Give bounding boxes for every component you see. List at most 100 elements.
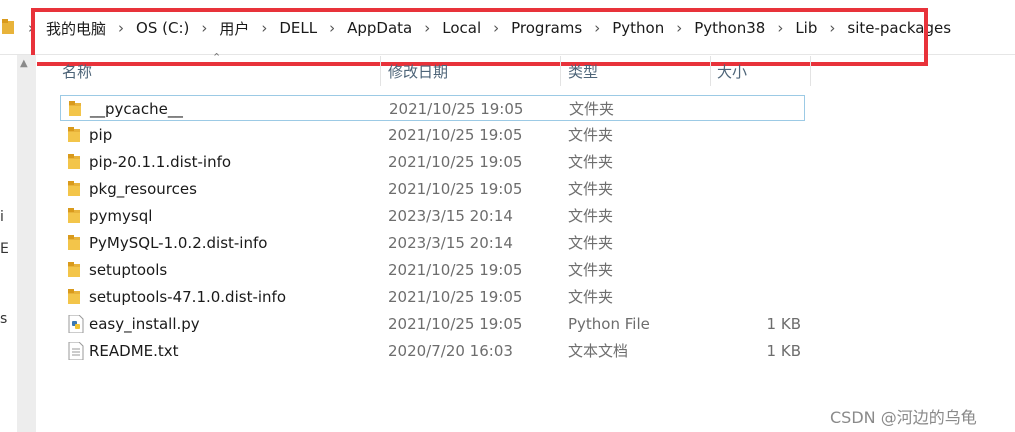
file-modified-date: 2021/10/25 19:05 — [388, 153, 523, 171]
file-type: 文件夹 — [569, 100, 615, 118]
breadcrumb-item[interactable]: Lib — [793, 19, 819, 37]
breadcrumb-item[interactable]: Python38 — [692, 19, 767, 37]
file-size — [760, 122, 801, 148]
folder-icon — [66, 122, 82, 148]
chevron-right-icon[interactable]: › — [261, 19, 267, 37]
chevron-right-icon[interactable]: › — [594, 19, 600, 37]
nav-item-fragment[interactable]: E — [0, 241, 9, 257]
file-row[interactable]: setuptools-47.1.0.dist-info 2021/10/25 19… — [60, 284, 805, 310]
chevron-right-icon[interactable]: › — [493, 19, 499, 37]
column-header-name[interactable]: 名称 — [62, 56, 92, 86]
python-file-icon — [66, 311, 84, 337]
file-row[interactable]: setuptools 2021/10/25 19:05 文件夹 — [60, 257, 805, 283]
breadcrumb-item[interactable]: Python — [610, 19, 666, 37]
file-type: 文件夹 — [568, 234, 614, 252]
file-size: 1 KB — [766, 342, 801, 360]
breadcrumb-item[interactable]: site-packages — [845, 19, 953, 37]
file-name: pip-20.1.1.dist-info — [89, 153, 232, 171]
folder-icon — [66, 230, 82, 256]
file-type: Python File — [568, 315, 650, 333]
file-modified-date: 2023/3/15 20:14 — [388, 207, 513, 225]
chevron-right-icon[interactable]: › — [777, 19, 783, 37]
chevron-right-icon[interactable]: › — [424, 19, 430, 37]
column-divider[interactable] — [710, 56, 711, 86]
chevron-right-icon[interactable]: › — [28, 19, 34, 37]
file-modified-date: 2021/10/25 19:05 — [388, 180, 523, 198]
navigation-scrollbar[interactable] — [17, 55, 36, 432]
watermark: CSDN @河边的乌龟 — [830, 408, 977, 427]
file-modified-date: 2021/10/25 19:05 — [388, 288, 523, 306]
file-row[interactable]: README.txt 2020/7/20 16:03 文本文档 1 KB — [60, 338, 805, 364]
folder-icon — [66, 257, 82, 283]
file-size — [760, 203, 801, 229]
file-modified-date: 2021/10/25 19:05 — [388, 315, 523, 333]
file-modified-date: 2023/3/15 20:14 — [388, 234, 513, 252]
file-modified-date: 2020/7/20 16:03 — [388, 342, 513, 360]
folder-icon — [66, 284, 82, 310]
sort-ascending-icon: ⌃ — [212, 51, 222, 64]
breadcrumb-item[interactable]: DELL — [277, 19, 319, 37]
folder-icon — [2, 19, 14, 34]
file-size — [760, 176, 801, 202]
file-size — [760, 149, 801, 175]
chevron-right-icon[interactable]: › — [829, 19, 835, 37]
chevron-right-icon[interactable]: › — [118, 19, 124, 37]
file-name: pkg_resources — [89, 180, 197, 198]
file-type: 文件夹 — [568, 288, 614, 306]
column-divider[interactable] — [560, 56, 561, 86]
file-name: __pycache__ — [90, 100, 183, 118]
file-row[interactable]: pymysql 2023/3/15 20:14 文件夹 — [60, 203, 805, 229]
file-modified-date: 2021/10/25 19:05 — [388, 261, 523, 279]
address-bar[interactable]: › 我的电脑 › OS (C:) › 用户 › DELL › AppData › Local › Prog… — [0, 0, 1015, 55]
file-size — [761, 96, 802, 122]
folder-icon — [67, 96, 83, 122]
file-size — [760, 284, 801, 310]
file-name: pymysql — [89, 207, 153, 225]
file-name: setuptools — [89, 261, 168, 279]
file-name: pip — [89, 126, 113, 144]
file-modified-date: 2021/10/25 19:05 — [388, 126, 523, 144]
file-size — [760, 257, 801, 283]
file-type: 文件夹 — [568, 180, 614, 198]
file-row[interactable]: pkg_resources 2021/10/25 19:05 文件夹 — [60, 176, 805, 202]
file-type: 文件夹 — [568, 207, 614, 225]
scroll-up-arrow-icon[interactable]: ▲ — [20, 58, 28, 69]
breadcrumb-item[interactable]: OS (C:) — [134, 19, 191, 37]
breadcrumb-item[interactable]: 用户 — [217, 18, 251, 39]
folder-icon — [66, 176, 82, 202]
chevron-right-icon[interactable]: › — [676, 19, 682, 37]
file-modified-date: 2021/10/25 19:05 — [389, 100, 524, 118]
breadcrumb-item[interactable]: AppData — [345, 19, 414, 37]
breadcrumb-item[interactable]: 我的电脑 — [44, 18, 108, 39]
file-name: easy_install.py — [89, 315, 200, 333]
file-name: setuptools-47.1.0.dist-info — [89, 288, 286, 306]
file-row[interactable]: easy_install.py 2021/10/25 19:05 Python Fi… — [60, 311, 805, 337]
file-type: 文件夹 — [568, 261, 614, 279]
file-type: 文件夹 — [568, 153, 614, 171]
breadcrumb-item[interactable]: Programs — [509, 19, 584, 37]
file-row[interactable]: pip-20.1.1.dist-info 2021/10/25 19:05 文件夹 — [60, 149, 805, 175]
file-name: PyMySQL-1.0.2.dist-info — [89, 234, 268, 252]
file-size — [760, 230, 801, 256]
column-header-size[interactable]: 大小 — [717, 56, 747, 86]
chevron-right-icon[interactable]: › — [201, 19, 207, 37]
column-header-modified[interactable]: 修改日期 — [388, 56, 448, 86]
file-row[interactable]: PyMySQL-1.0.2.dist-info 2023/3/15 20:14 文件… — [60, 230, 805, 256]
text-file-icon — [66, 338, 84, 364]
file-type: 文本文档 — [568, 342, 629, 360]
file-row[interactable]: pip 2021/10/25 19:05 文件夹 — [60, 122, 805, 148]
column-divider[interactable] — [810, 56, 811, 86]
folder-icon — [66, 203, 82, 229]
nav-item-fragment[interactable]: i — [0, 209, 4, 225]
nav-item-fragment[interactable]: s — [0, 311, 7, 327]
breadcrumb-item[interactable]: Local — [440, 19, 483, 37]
breadcrumb: › 我的电脑 › OS (C:) › 用户 › DELL › AppData › Local › Prog… — [18, 15, 953, 41]
chevron-right-icon[interactable]: › — [329, 19, 335, 37]
file-type: 文件夹 — [568, 126, 614, 144]
column-divider[interactable] — [380, 56, 381, 86]
file-name: README.txt — [89, 342, 179, 360]
column-header-type[interactable]: 类型 — [568, 56, 598, 86]
file-row[interactable]: __pycache__ 2021/10/25 19:05 文件夹 — [60, 95, 805, 121]
folder-icon — [66, 149, 82, 175]
file-size: 1 KB — [766, 315, 801, 333]
